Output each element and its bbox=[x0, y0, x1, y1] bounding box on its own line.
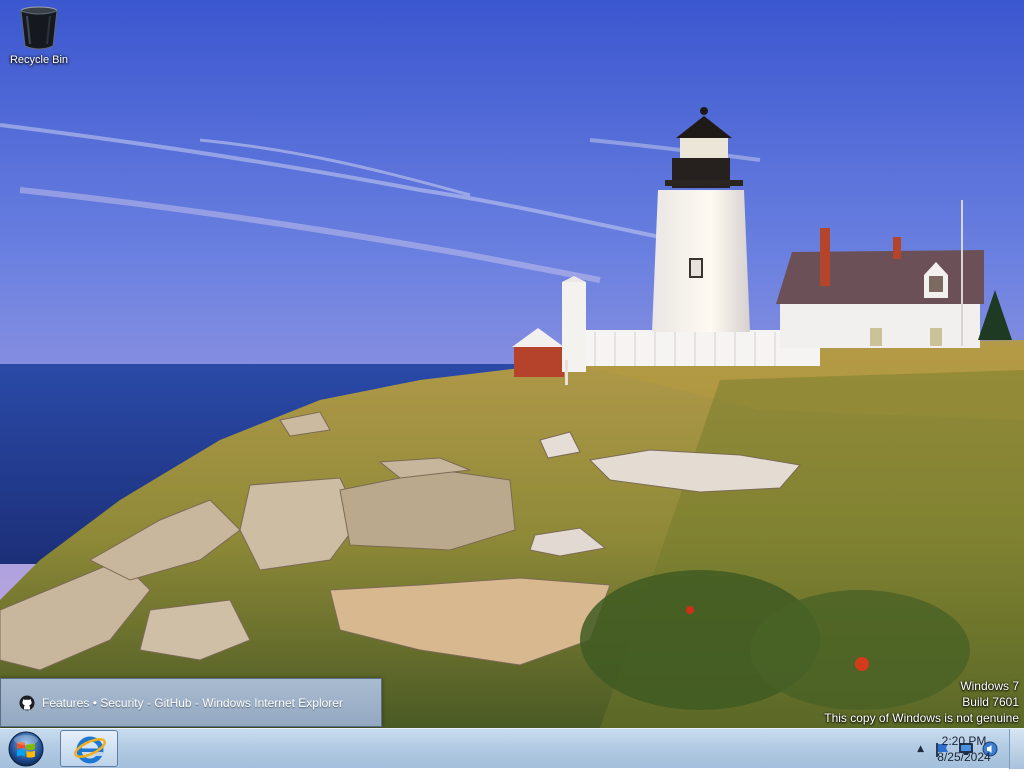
taskbar-thumbnail-preview[interactable]: Features • Security - GitHub - Windows I… bbox=[0, 678, 382, 727]
watermark-genuine-notice: This copy of Windows is not genuine bbox=[824, 711, 1019, 725]
taskbar-clock[interactable]: 2:20 PM 8/25/2024 bbox=[932, 733, 996, 765]
show-desktop-button[interactable] bbox=[1009, 729, 1024, 769]
taskbar-button-internet-explorer[interactable] bbox=[60, 730, 118, 767]
clock-time: 2:20 PM bbox=[941, 734, 987, 748]
lighthouse-wallpaper bbox=[0, 0, 1024, 728]
start-button[interactable] bbox=[4, 730, 48, 768]
github-icon bbox=[19, 695, 35, 711]
windows-start-icon bbox=[8, 731, 44, 767]
desktop-wallpaper bbox=[0, 0, 1024, 728]
show-hidden-icons-arrow[interactable]: ▲ bbox=[917, 744, 924, 754]
watermark-build: Build 7601 bbox=[962, 695, 1019, 709]
internet-explorer-icon bbox=[74, 736, 106, 764]
clock-date: 8/25/2024 bbox=[937, 750, 991, 764]
thumbnail-window-title: Features • Security - GitHub - Windows I… bbox=[42, 696, 343, 710]
taskbar: ▲ 2:20 PM 8/25/2024 bbox=[0, 728, 1024, 769]
desktop-icon-label: Recycle Bin bbox=[9, 54, 69, 66]
watermark-os-name: Windows 7 bbox=[960, 679, 1019, 693]
windows-watermark: Windows 7 Build 7601 This copy of Window… bbox=[824, 678, 1019, 726]
desktop-icon-recycle-bin[interactable]: Recycle Bin bbox=[6, 4, 72, 66]
recycle-bin-icon bbox=[19, 4, 59, 52]
